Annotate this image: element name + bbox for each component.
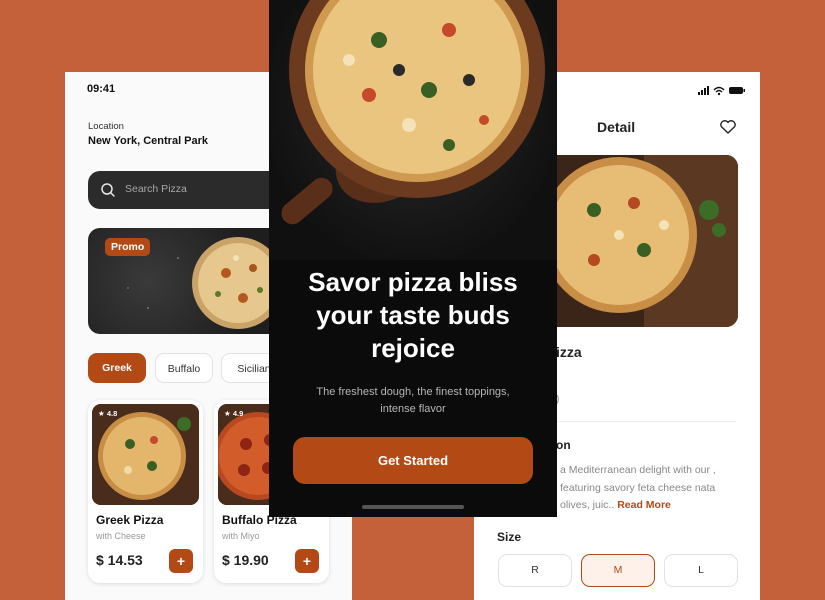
product-price: $ 19.90 — [222, 552, 269, 568]
get-started-button[interactable]: Get Started — [293, 437, 533, 484]
product-price: $ 14.53 — [96, 552, 143, 568]
add-to-cart-button[interactable]: + — [169, 549, 193, 573]
rating-badge: ★ 4.8 — [98, 409, 118, 418]
onboarding-subline: The freshest dough, the finest toppings,… — [316, 386, 510, 415]
size-option-m[interactable]: M — [581, 554, 655, 587]
product-subtitle: with Miyo — [222, 531, 260, 541]
size-label: Size — [497, 530, 522, 544]
pizza-name: izza — [556, 344, 582, 360]
onboarding-headline: Savor pizza bliss your taste buds rejoic… — [308, 267, 518, 363]
promo-badge: Promo — [105, 238, 151, 256]
search-icon — [101, 183, 115, 197]
rating-badge: ★ 4.9 — [224, 409, 244, 418]
status-time: 09:41 — [87, 83, 116, 95]
size-option-l[interactable]: L — [664, 554, 738, 587]
read-more-link[interactable]: Read More — [617, 499, 671, 511]
heart-icon[interactable] — [719, 119, 737, 135]
status-icons — [698, 86, 745, 96]
onboarding-screen: Savor pizza bliss your taste buds rejoic… — [269, 0, 557, 517]
page-title: Detail — [597, 119, 636, 135]
description-text: a Mediterranean delight with our , featu… — [560, 464, 716, 511]
product-subtitle: with Cheese — [96, 531, 146, 541]
category-greek[interactable]: Greek — [88, 353, 146, 383]
home-indicator — [362, 505, 464, 509]
product-name: Greek Pizza — [96, 513, 164, 527]
size-option-r[interactable]: R — [498, 554, 572, 587]
add-to-cart-button[interactable]: + — [295, 549, 319, 573]
promo-banner[interactable]: Promo — [88, 228, 288, 334]
hero-pizza-image — [269, 0, 557, 260]
description-title: on — [556, 438, 571, 452]
location-label: Location — [88, 121, 124, 132]
search-input[interactable]: Search Pizza — [88, 171, 288, 209]
location-value[interactable]: New York, Central Park — [88, 135, 208, 147]
product-card[interactable]: ★ 4.8 Greek Pizza with Cheese $ 14.53 + — [88, 400, 203, 583]
product-image: ★ 4.8 — [92, 404, 199, 505]
category-buffalo[interactable]: Buffalo — [155, 353, 213, 383]
search-placeholder: Search Pizza — [125, 183, 187, 195]
